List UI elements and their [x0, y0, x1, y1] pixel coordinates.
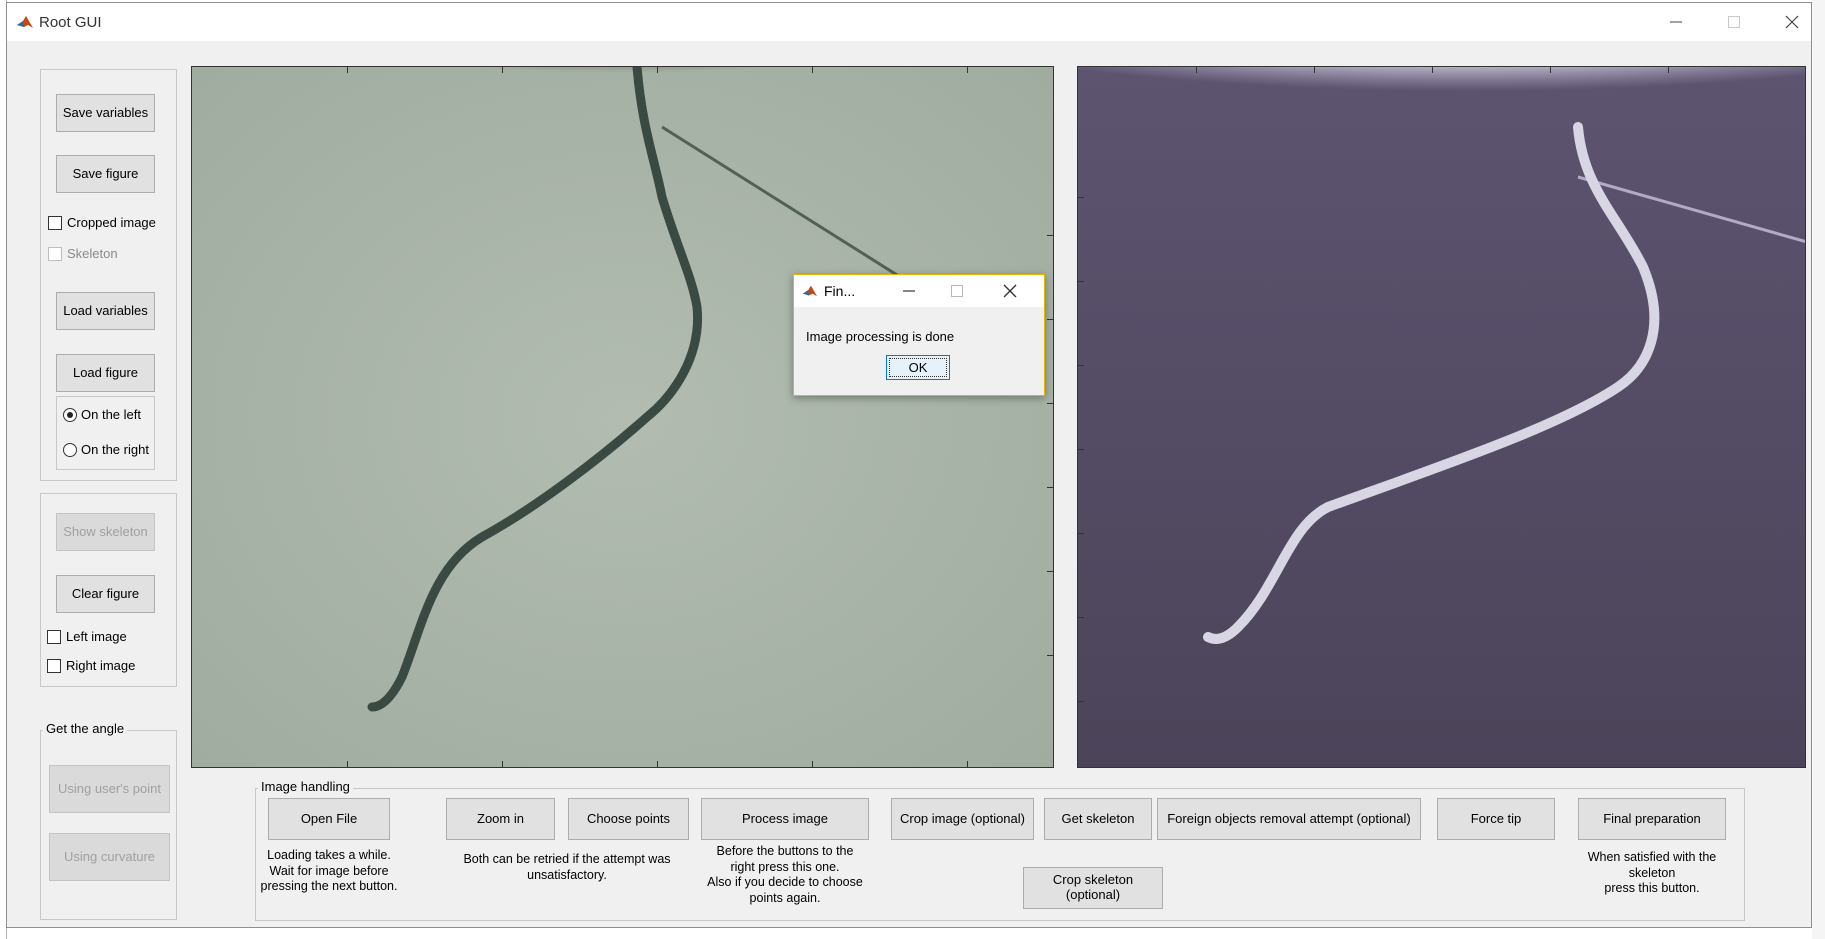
on-the-right-radio[interactable]: On the right — [63, 442, 149, 457]
maximize-icon — [951, 285, 963, 297]
right-image-checkbox[interactable]: Right image — [47, 658, 135, 673]
checkbox-box — [47, 629, 61, 644]
dialog-minimize-button[interactable] — [892, 275, 926, 307]
right-root-image — [1078, 67, 1805, 767]
axis-tick — [967, 67, 968, 73]
axis-tick — [1196, 67, 1197, 73]
axis-tick — [657, 761, 658, 767]
checkbox-box — [47, 658, 61, 673]
final-preparation-button[interactable]: Final preparation — [1578, 798, 1726, 840]
using-curvature-button[interactable]: Using curvature — [49, 833, 170, 881]
dialog-close-button[interactable] — [990, 275, 1030, 307]
matlab-icon — [16, 13, 34, 31]
axis-tick — [1078, 617, 1084, 618]
left-image-checkbox[interactable]: Left image — [47, 629, 127, 644]
retry-note: Both can be retried if the attempt was u… — [463, 852, 671, 882]
minimize-button[interactable] — [1647, 3, 1705, 41]
left-image-axes[interactable] — [191, 66, 1054, 768]
axis-tick — [967, 761, 968, 767]
save-figure-button[interactable]: Save figure — [56, 155, 155, 193]
radio-selected — [63, 407, 77, 422]
axis-tick — [1550, 67, 1551, 73]
axis-tick — [1047, 487, 1053, 488]
axis-tick — [1047, 655, 1053, 656]
crop-image-button[interactable]: Crop image (optional) — [891, 798, 1034, 840]
minimize-icon — [903, 290, 915, 292]
using-users-point-button[interactable]: Using user's point — [49, 765, 170, 813]
window-title: Root GUI — [39, 14, 102, 31]
axis-tick — [1078, 701, 1084, 702]
image-handling-title: Image handling — [258, 779, 353, 794]
cropped-image-checkbox[interactable]: Cropped image — [48, 215, 156, 230]
checkbox-box — [48, 215, 62, 230]
maximize-icon — [1728, 16, 1740, 28]
skeleton-label: Skeleton — [67, 246, 118, 261]
axis-tick — [657, 67, 658, 73]
load-figure-button[interactable]: Load figure — [56, 354, 155, 392]
title-bar: Root GUI — [7, 3, 1811, 41]
background-window-edge-right — [1812, 0, 1825, 939]
close-icon — [1785, 15, 1799, 29]
message-dialog: Fin... Image processing is done OK — [793, 274, 1045, 396]
maximize-button[interactable] — [1705, 3, 1763, 41]
axis-tick — [1314, 67, 1315, 73]
axis-tick — [1047, 235, 1053, 236]
dialog-title: Fin... — [824, 283, 856, 299]
angle-panel — [40, 730, 177, 920]
clear-figure-button[interactable]: Clear figure — [56, 575, 155, 613]
radio-unselected — [63, 442, 77, 457]
on-the-right-label: On the right — [81, 442, 149, 457]
axis-tick — [1078, 365, 1084, 366]
on-the-left-radio[interactable]: On the left — [63, 407, 141, 422]
axis-tick — [1668, 67, 1669, 73]
axis-tick — [1047, 571, 1053, 572]
axis-tick — [1078, 281, 1084, 282]
axis-tick — [1047, 403, 1053, 404]
final-preparation-note: When satisfied with the skeleton press t… — [1587, 850, 1717, 896]
process-image-note: Before the buttons to the right press th… — [707, 844, 863, 905]
right-image-axes[interactable] — [1077, 66, 1806, 768]
root-gui-window: Root GUI Save variables Save figure Crop… — [6, 2, 1812, 928]
open-file-note: Loading takes a while. Wait for image be… — [260, 848, 398, 894]
left-image-label: Left image — [66, 629, 127, 644]
skeleton-checkbox[interactable]: Skeleton — [48, 246, 118, 261]
axis-tick — [347, 67, 348, 73]
dialog-maximize-button[interactable] — [940, 275, 974, 307]
axis-tick — [347, 761, 348, 767]
dialog-title-bar: Fin... — [794, 275, 1044, 307]
checkbox-box — [48, 246, 62, 261]
axis-tick — [1078, 197, 1084, 198]
force-tip-button[interactable]: Force tip — [1437, 798, 1555, 840]
save-variables-button[interactable]: Save variables — [56, 94, 155, 132]
right-image-label: Right image — [66, 658, 136, 673]
choose-points-button[interactable]: Choose points — [568, 798, 689, 840]
minimize-icon — [1670, 21, 1682, 23]
angle-panel-title: Get the angle — [43, 721, 128, 736]
axis-tick — [1078, 449, 1084, 450]
get-skeleton-button[interactable]: Get skeleton — [1044, 798, 1152, 840]
open-file-button[interactable]: Open File — [268, 798, 390, 840]
load-variables-button[interactable]: Load variables — [56, 292, 155, 330]
dialog-message: Image processing is done — [806, 329, 955, 344]
matlab-icon — [802, 285, 818, 297]
axis-tick — [812, 761, 813, 767]
axis-tick — [812, 67, 813, 73]
cropped-image-label: Cropped image — [67, 215, 156, 230]
zoom-in-button[interactable]: Zoom in — [446, 798, 555, 840]
crop-skeleton-button[interactable]: Crop skeleton (optional) — [1023, 867, 1163, 909]
close-icon — [1003, 284, 1017, 298]
show-skeleton-button[interactable]: Show skeleton — [56, 513, 155, 551]
left-root-image — [192, 67, 1053, 767]
process-image-button[interactable]: Process image — [701, 798, 869, 840]
ok-button[interactable]: OK — [886, 355, 950, 380]
axis-tick — [1432, 67, 1433, 73]
close-button[interactable] — [1763, 3, 1821, 41]
on-the-left-label: On the left — [81, 407, 141, 422]
axis-tick — [1047, 319, 1053, 320]
axis-tick — [502, 761, 503, 767]
axis-tick — [1078, 533, 1084, 534]
foreign-objects-removal-button[interactable]: Foreign objects removal attempt (optiona… — [1157, 798, 1421, 840]
axis-tick — [502, 67, 503, 73]
